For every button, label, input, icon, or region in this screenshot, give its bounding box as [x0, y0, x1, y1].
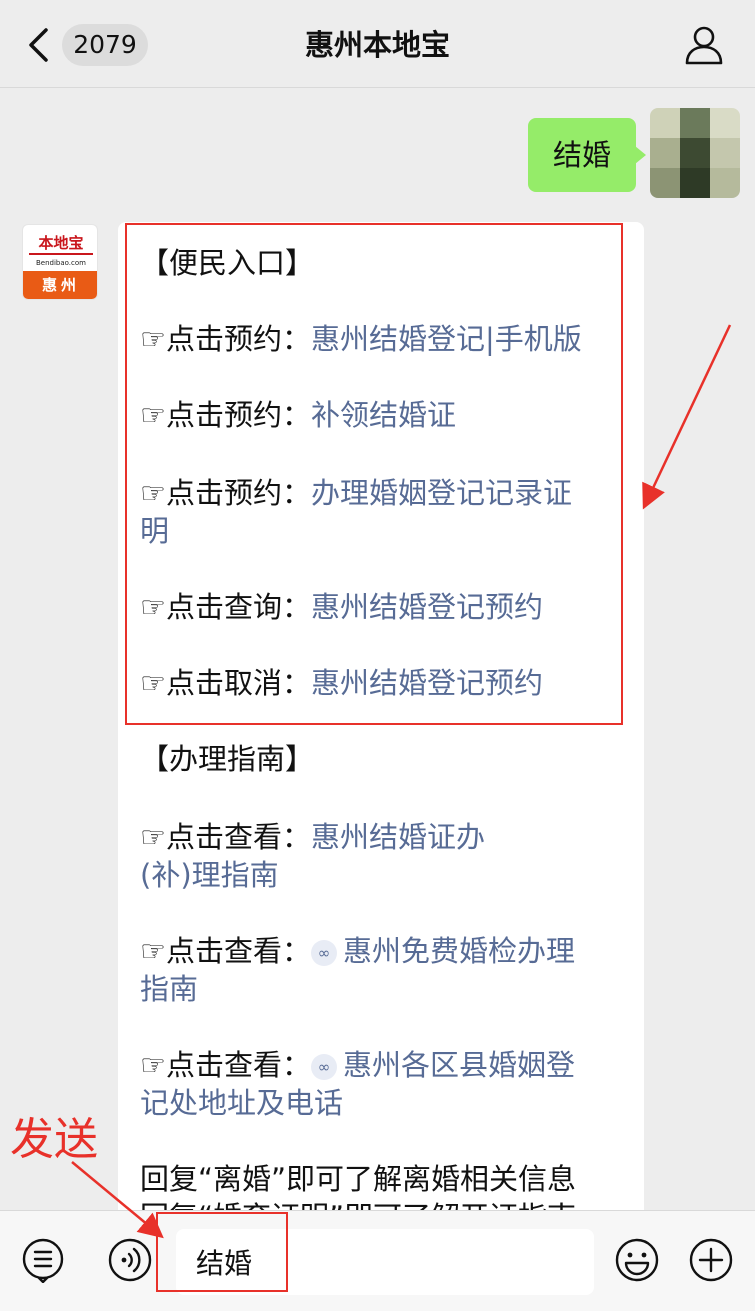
section-heading-guide: 【办理指南】	[140, 742, 315, 776]
annotation-send-label: 发送	[10, 1114, 98, 1165]
avatar-logo-text: 本地宝	[29, 233, 93, 255]
list-item: ☞点击查询：惠州结婚登记预约	[140, 590, 544, 624]
footer-line-divorce: 回复“离婚”即可了解离婚相关信息	[140, 1162, 577, 1196]
avatar-logo-url: Bendibao.com	[35, 259, 86, 267]
list-item: ☞点击查看： ∞ 惠州各区县婚姻登 记处地址及电话	[140, 1048, 576, 1120]
incoming-message-bubble: 【便民入口】 ☞点击预约：惠州结婚登记|手机版 ☞点击预约：补领结婚证 ☞点击预…	[118, 222, 644, 1212]
link-free-checkup-guide[interactable]: 惠州免费婚检办理	[343, 934, 575, 968]
plus-icon[interactable]	[688, 1237, 734, 1283]
profile-icon[interactable]	[683, 24, 725, 66]
link-icon: ∞	[311, 1054, 337, 1080]
link-marriage-registration[interactable]: 惠州结婚登记|手机版	[311, 322, 582, 356]
link-office-addresses[interactable]: 惠州各区县婚姻登	[343, 1048, 575, 1082]
list-item: ☞点击取消：惠州结婚登记预约	[140, 666, 544, 700]
emoji-icon[interactable]	[614, 1237, 660, 1283]
my-avatar[interactable]	[650, 108, 740, 198]
list-item: ☞点击预约：补领结婚证	[140, 398, 457, 432]
link-cancel-appointment[interactable]: 惠州结婚登记预约	[311, 666, 543, 700]
annotation-arrow-box	[642, 324, 732, 510]
avatar-logo-city: 惠州	[23, 271, 97, 299]
link-query-appointment[interactable]: 惠州结婚登记预约	[311, 590, 543, 624]
list-item: ☞点击预约：办理婚姻登记记录证明	[140, 476, 573, 548]
menu-list-icon[interactable]	[20, 1237, 66, 1283]
link-record-certificate-cont[interactable]: 明	[140, 514, 169, 548]
link-icon: ∞	[311, 940, 337, 966]
link-reissue-certificate[interactable]: 补领结婚证	[311, 398, 456, 432]
link-record-certificate[interactable]: 办理婚姻登记记录证	[311, 476, 572, 510]
official-account-avatar[interactable]: 本地宝 Bendibao.com 惠州	[22, 224, 98, 300]
voice-icon[interactable]	[107, 1237, 153, 1283]
chat-title: 惠州本地宝	[304, 28, 450, 62]
link-free-checkup-guide-cont[interactable]: 指南	[140, 972, 198, 1006]
link-certificate-guide[interactable]: 惠州结婚证办	[311, 820, 485, 854]
link-office-addresses-cont[interactable]: 记处地址及电话	[140, 1086, 343, 1120]
message-input[interactable]	[176, 1229, 594, 1295]
outgoing-message-bubble[interactable]: 结婚	[528, 118, 646, 192]
list-item: ☞点击查看： ∞ 惠州免费婚检办理 指南	[140, 934, 576, 1006]
chat-input-bar	[0, 1210, 755, 1311]
list-item: ☞点击预约：惠州结婚登记|手机版	[140, 322, 582, 356]
list-item: ☞点击查看：惠州结婚证办 (补)理指南	[140, 820, 486, 892]
link-certificate-guide-cont[interactable]: (补)理指南	[140, 858, 279, 892]
chat-header: 2079 惠州本地宝	[0, 0, 755, 88]
section-heading-convenience: 【便民入口】	[140, 246, 315, 280]
